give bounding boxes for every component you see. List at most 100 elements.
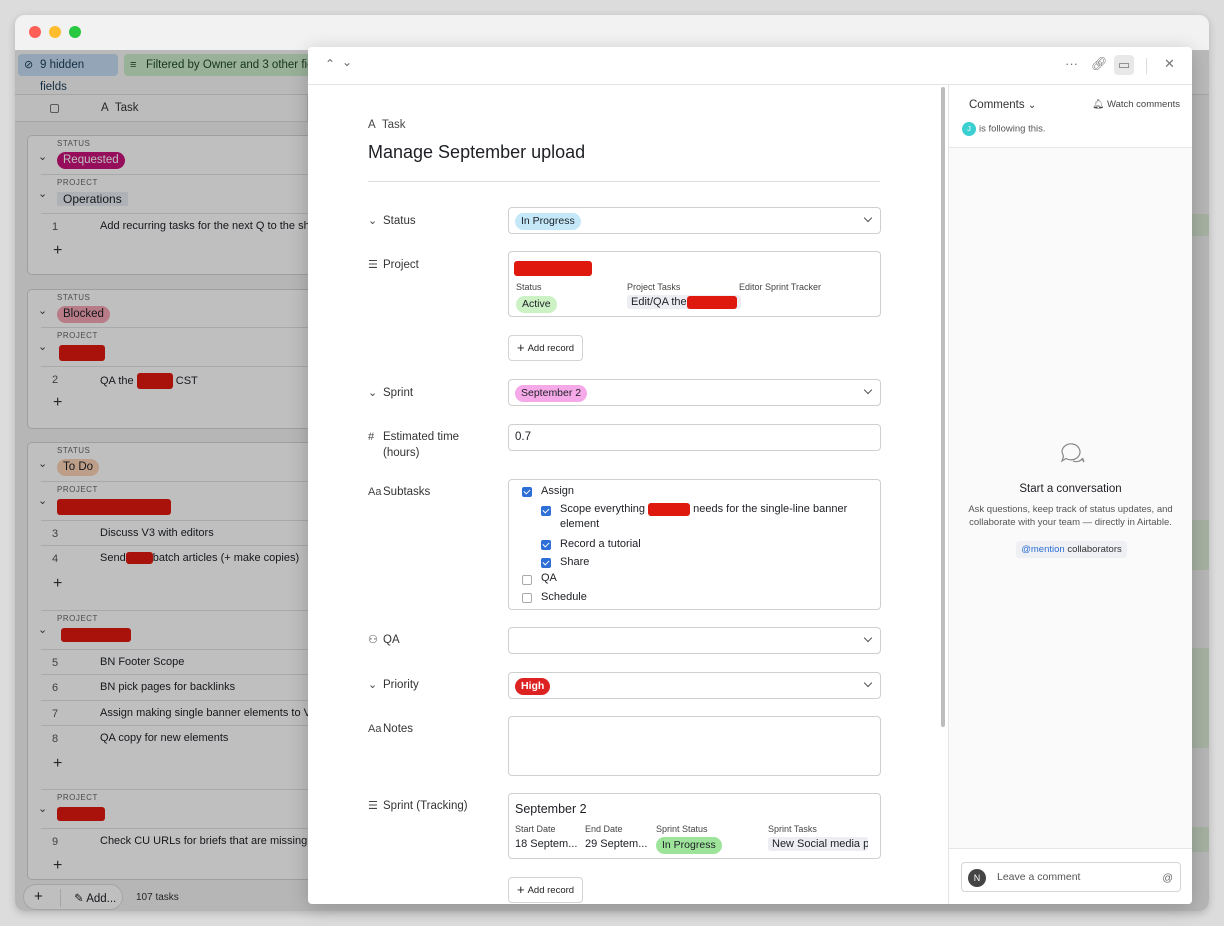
watch-comments-button[interactable]: 🔔︎ Watch comments: [1092, 99, 1180, 110]
close-icon[interactable]: ✕: [1164, 56, 1175, 72]
sprint-select[interactable]: September 2: [508, 379, 881, 406]
end-date-value: 29 Septem...: [585, 838, 648, 850]
sprint-tracking-linked-record[interactable]: September 2 Start Date 18 Septem... End …: [508, 793, 881, 859]
avatar: N: [968, 869, 986, 887]
mention-at: @mention: [1021, 544, 1065, 555]
redacted-block: [514, 261, 592, 276]
project-tasks-value: Edit/QA the: [627, 295, 741, 310]
comment-placeholder: Leave a comment: [997, 871, 1081, 883]
start-conversation-title: Start a conversation: [1019, 483, 1122, 495]
estimated-time-value: 0.7: [515, 431, 531, 443]
add-record-button[interactable]: + Add record: [508, 335, 584, 361]
comments-header: Comments ⌄ 🔔︎ Watch comments Jis followi…: [949, 85, 1192, 148]
bell-icon: 🔔︎: [1092, 99, 1105, 110]
checkbox-share[interactable]: [541, 558, 551, 568]
chevron-down-icon: [863, 678, 873, 688]
comments-dropdown[interactable]: Comments ⌄: [969, 99, 1036, 111]
start-date-value: 18 Septem...: [515, 838, 578, 850]
subtasks-checklist[interactable]: Assign Scope everything needs for the si…: [508, 479, 881, 610]
redacted-block: [686, 296, 737, 309]
subtask-text-after: needs for the single-line banner: [693, 503, 848, 515]
subtask-text-line2: element: [560, 518, 600, 530]
link-icon[interactable]: 🔗︎: [1091, 56, 1108, 72]
linked-record-icon: ☰: [368, 259, 378, 271]
subtask-text: Scope everything needs for the single-li…: [560, 502, 847, 532]
add-record-button[interactable]: + Add record: [508, 877, 584, 903]
modal-toolbar: ⌃ ⌄ ··· 🔗︎ ▭ ✕: [308, 47, 1192, 85]
end-date-label: End Date: [585, 824, 623, 834]
sprint-status-value: In Progress: [656, 837, 722, 854]
status-value: In Progress: [515, 213, 581, 230]
priority-label-text: Priority: [383, 679, 419, 691]
status-label-text: Status: [383, 215, 416, 227]
qa-select[interactable]: [508, 627, 881, 654]
redacted-block: [648, 502, 691, 516]
comments-panel: Comments ⌄ 🔔︎ Watch comments Jis followi…: [948, 85, 1192, 904]
checkbox-schedule[interactable]: [522, 593, 532, 603]
add-record-label: Add record: [527, 885, 575, 896]
checkbox-record-tutorial[interactable]: [541, 540, 551, 550]
project-linked-record[interactable]: Status Active Project Tasks Edit/QA the …: [508, 251, 881, 317]
notes-label: Aa Notes: [368, 721, 413, 737]
divider: [1146, 58, 1147, 74]
minimize-window-button[interactable]: [49, 26, 61, 38]
start-conversation-description: Ask questions, keep track of status upda…: [968, 504, 1173, 528]
sprint-label-text: Sprint: [383, 387, 414, 399]
editor-sprint-tracker-label: Editor Sprint Tracker: [739, 282, 822, 292]
user-icon: ⚇: [368, 634, 378, 646]
record-title[interactable]: Manage September upload: [368, 142, 585, 163]
comment-input[interactable]: N Leave a comment @: [961, 862, 1181, 892]
sprint-tracking-label: ☰ Sprint (Tracking): [368, 798, 468, 814]
project-task-text: Edit/QA the: [631, 296, 687, 309]
number-icon: #: [368, 431, 375, 443]
watch-comments-label: Watch comments: [1106, 99, 1180, 110]
mention-collaborators-hint[interactable]: @mention collaborators: [1016, 541, 1127, 558]
record-modal: ⌃ ⌄ ··· 🔗︎ ▭ ✕ A Task Manage September u…: [308, 47, 1192, 904]
sprint-label: ⌄ Sprint: [368, 385, 413, 401]
scrollbar[interactable]: [941, 87, 945, 727]
checkbox-qa[interactable]: [522, 575, 532, 585]
status-select[interactable]: In Progress: [508, 207, 881, 234]
chevron-down-icon: [863, 213, 873, 223]
follower-line: Jis following this.: [962, 122, 1046, 136]
project-label-text: Project: [383, 259, 419, 271]
estimated-time-input[interactable]: 0.7: [508, 424, 881, 451]
estimated-time-label-line2: (hours): [383, 447, 420, 459]
subtasks-label: Aa Subtasks: [368, 484, 430, 500]
single-select-icon: ⌄: [368, 679, 378, 691]
checkbox-scope[interactable]: [541, 506, 551, 516]
at-mention-icon[interactable]: @: [1162, 872, 1173, 884]
sprint-status-label: Sprint Status: [656, 824, 708, 834]
maximize-window-button[interactable]: [69, 26, 81, 38]
subtask-text-before: Scope everything: [560, 503, 645, 515]
project-status-value: Active: [516, 296, 557, 313]
subtask-text: Assign: [541, 485, 575, 497]
close-window-button[interactable]: [29, 26, 41, 38]
comment-composer: N Leave a comment @: [949, 848, 1192, 904]
checkbox-assign[interactable]: [522, 487, 532, 497]
comments-header-text: Comments: [969, 99, 1025, 111]
following-text: is following this.: [979, 123, 1046, 135]
single-select-icon: ⌄: [368, 387, 378, 399]
sprint-tasks-label: Sprint Tasks: [768, 824, 817, 834]
subtask-text: QA: [541, 572, 557, 584]
record-detail: A Task Manage September upload ⌄ Status I…: [308, 85, 948, 904]
priority-label: ⌄ Priority: [368, 677, 419, 693]
project-status-label: Status: [516, 282, 542, 292]
more-options-icon[interactable]: ···: [1065, 56, 1078, 71]
text-field-icon: A: [368, 119, 376, 131]
divider: [368, 181, 880, 182]
qa-label-text: QA: [383, 634, 400, 646]
subtask-text: Schedule: [541, 591, 587, 603]
comment-panel-icon[interactable]: ▭: [1114, 55, 1134, 75]
priority-select[interactable]: High: [508, 672, 881, 699]
notes-textarea[interactable]: [508, 716, 881, 776]
next-record-icon[interactable]: ⌄: [342, 55, 352, 69]
project-task-chip: Edit/QA the: [627, 295, 741, 310]
chevron-down-icon: [863, 385, 873, 395]
previous-record-icon[interactable]: ⌃: [325, 57, 335, 71]
plus-icon: +: [517, 882, 525, 897]
chevron-down-icon: [863, 633, 873, 643]
record-type: A Task: [368, 119, 406, 131]
subtask-text: Share: [560, 556, 590, 568]
